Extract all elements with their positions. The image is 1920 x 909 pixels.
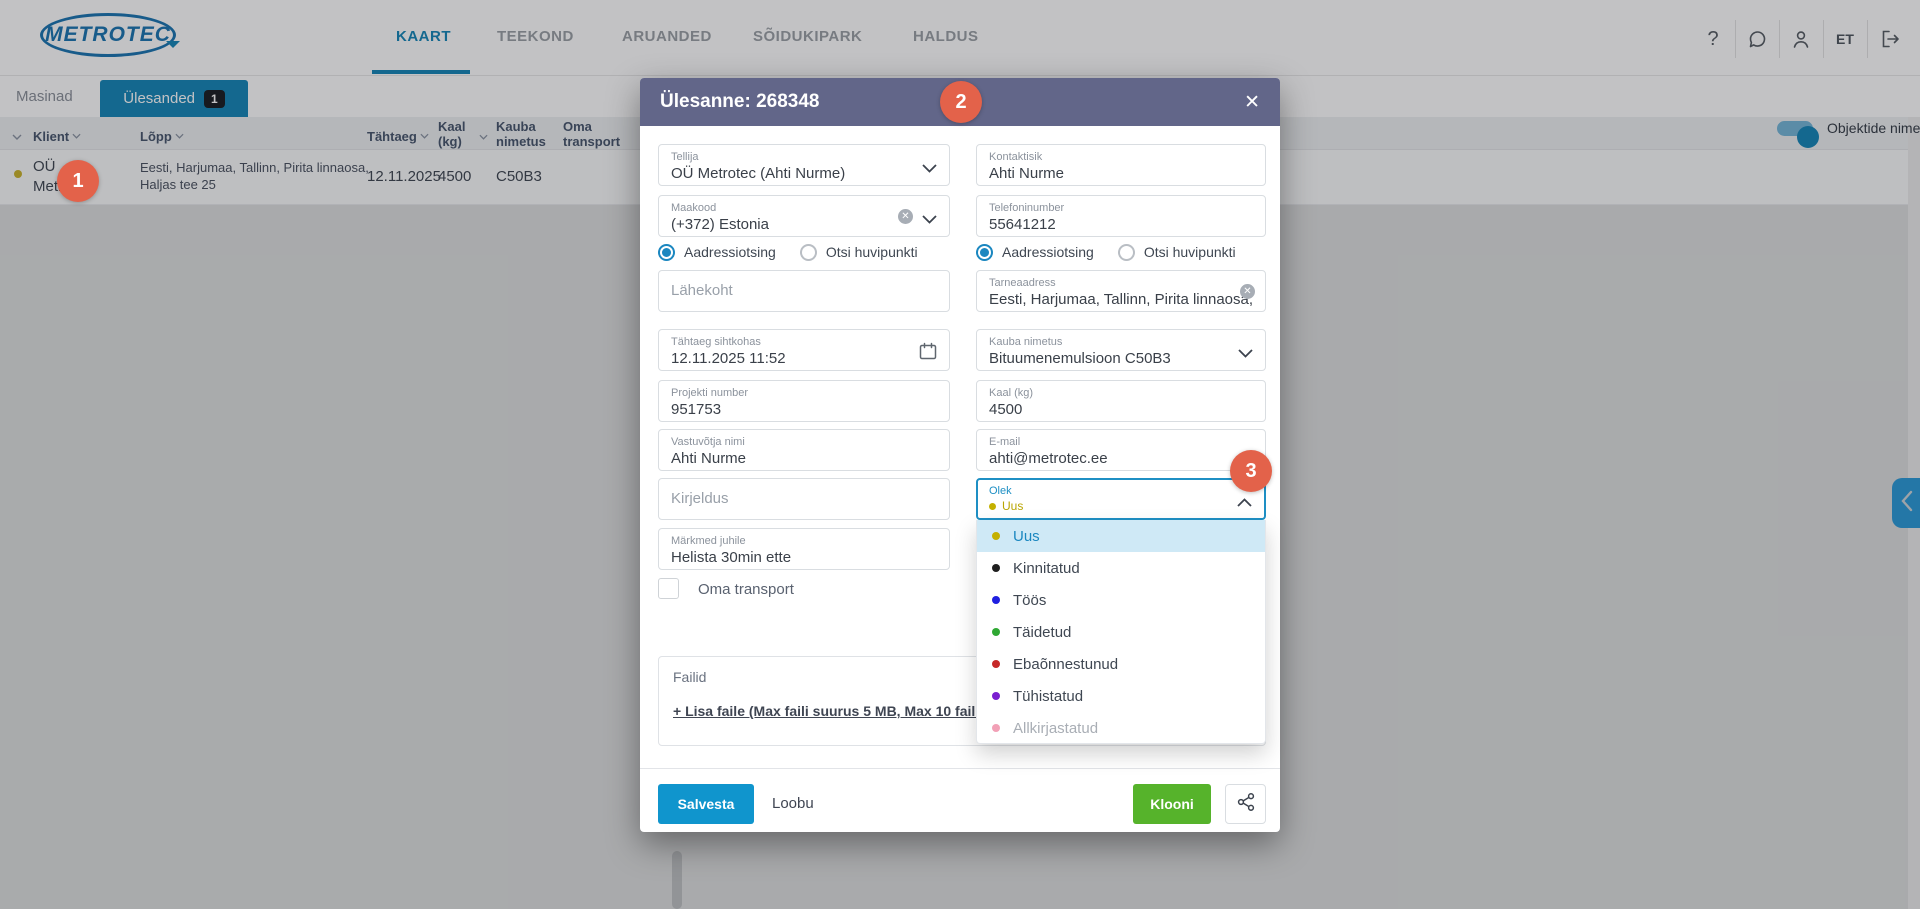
chevron-up-icon[interactable] bbox=[1237, 494, 1252, 512]
add-files-link[interactable]: + Lisa faile (Max faili suurus 5 MB, Max… bbox=[673, 703, 984, 719]
radio-otsi-huvipunkti-right[interactable] bbox=[1118, 244, 1135, 261]
chevron-down-icon[interactable] bbox=[922, 160, 937, 178]
chevron-down-icon[interactable] bbox=[1238, 345, 1253, 363]
clear-icon[interactable]: ✕ bbox=[1240, 284, 1255, 299]
lahekoht-input[interactable]: Lähekoht bbox=[658, 270, 950, 312]
olek-option-kinnitatud[interactable]: Kinnitatud bbox=[977, 552, 1265, 584]
app-screen: METROTEC KAART TEEKOND ARUANDED SÕIDUKIP… bbox=[0, 0, 1920, 909]
share-icon bbox=[1236, 792, 1256, 817]
olek-select[interactable]: Olek Uus bbox=[976, 478, 1266, 520]
olek-option-uus[interactable]: Uus bbox=[977, 520, 1265, 552]
destination-search-mode-group: Aadressiotsing Otsi huvipunkti bbox=[976, 242, 1260, 262]
oma-transport-label: Oma transport bbox=[698, 581, 794, 598]
markmed-juhile-field[interactable]: Märkmed juhile Helista 30min ette bbox=[658, 528, 950, 570]
close-icon[interactable]: ✕ bbox=[1240, 89, 1264, 116]
oma-transport-checkbox[interactable] bbox=[658, 578, 679, 599]
radio-otsi-huvipunkti-left[interactable] bbox=[800, 244, 817, 261]
maakood-select[interactable]: Maakood (+372) Estonia ✕ bbox=[658, 195, 950, 237]
origin-search-mode-group: Aadressiotsing Otsi huvipunkti bbox=[658, 242, 942, 262]
olek-option-taidetud[interactable]: Täidetud bbox=[977, 616, 1265, 648]
chevron-down-icon[interactable] bbox=[922, 211, 937, 229]
status-dot bbox=[992, 596, 1000, 604]
annotation-badge-2: 2 bbox=[940, 81, 982, 123]
vastuvotja-nimi-field[interactable]: Vastuvõtja nimi Ahti Nurme bbox=[658, 429, 950, 471]
klooni-button[interactable]: Klooni bbox=[1133, 784, 1211, 824]
files-label: Failid bbox=[673, 669, 706, 685]
olek-dropdown: Uus Kinnitatud Töös Täidetud Ebaõnnestun… bbox=[976, 520, 1266, 744]
projekti-number-field[interactable]: Projekti number 951753 bbox=[658, 380, 950, 422]
tarneaadress-input[interactable]: Tarneaadress Eesti, Harjumaa, Tallinn, P… bbox=[976, 270, 1266, 312]
clear-icon[interactable]: ✕ bbox=[898, 209, 913, 224]
calendar-icon[interactable] bbox=[919, 342, 937, 365]
status-dot bbox=[992, 564, 1000, 572]
tellija-select[interactable]: Tellija OÜ Metrotec (Ahti Nurme) bbox=[658, 144, 950, 186]
radio-aadressiotsing-left[interactable] bbox=[658, 244, 675, 261]
status-dot bbox=[992, 660, 1000, 668]
task-modal: Ülesanne: 268348 ✕ Tellija OÜ Metrotec (… bbox=[640, 78, 1280, 832]
status-dot bbox=[992, 724, 1000, 732]
annotation-badge-1: 1 bbox=[57, 160, 99, 202]
footer-divider bbox=[640, 768, 1280, 769]
olek-value-dot bbox=[989, 503, 996, 510]
olek-option-ebaonnestunud[interactable]: Ebaõnnestunud bbox=[977, 648, 1265, 680]
status-dot bbox=[992, 532, 1000, 540]
kontaktisik-field[interactable]: Kontaktisik Ahti Nurme bbox=[976, 144, 1266, 186]
annotation-badge-3: 3 bbox=[1230, 450, 1272, 492]
status-dot bbox=[992, 628, 1000, 636]
email-field[interactable]: E-mail ahti@metrotec.ee bbox=[976, 429, 1266, 471]
telefoninumber-field[interactable]: Telefoninumber 55641212 bbox=[976, 195, 1266, 237]
olek-option-tuhistatud[interactable]: Tühistatud bbox=[977, 680, 1265, 712]
kauba-nimetus-select[interactable]: Kauba nimetus Bituumenemulsioon C50B3 bbox=[976, 329, 1266, 371]
olek-option-allkirjastatud[interactable]: Allkirjastatud bbox=[977, 712, 1265, 744]
status-dot bbox=[992, 692, 1000, 700]
tahtaeg-sihtkohas-input[interactable]: Tähtaeg sihtkohas 12.11.2025 11:52 bbox=[658, 329, 950, 371]
olek-option-toos[interactable]: Töös bbox=[977, 584, 1265, 616]
share-route-button[interactable] bbox=[1225, 784, 1266, 824]
loobu-button[interactable]: Loobu bbox=[772, 795, 814, 812]
radio-aadressiotsing-right[interactable] bbox=[976, 244, 993, 261]
kirjeldus-input[interactable]: Kirjeldus bbox=[658, 478, 950, 520]
modal-title: Ülesanne: 268348 bbox=[660, 91, 820, 113]
salvesta-button[interactable]: Salvesta bbox=[658, 784, 754, 824]
kaal-kg-field[interactable]: Kaal (kg) 4500 bbox=[976, 380, 1266, 422]
